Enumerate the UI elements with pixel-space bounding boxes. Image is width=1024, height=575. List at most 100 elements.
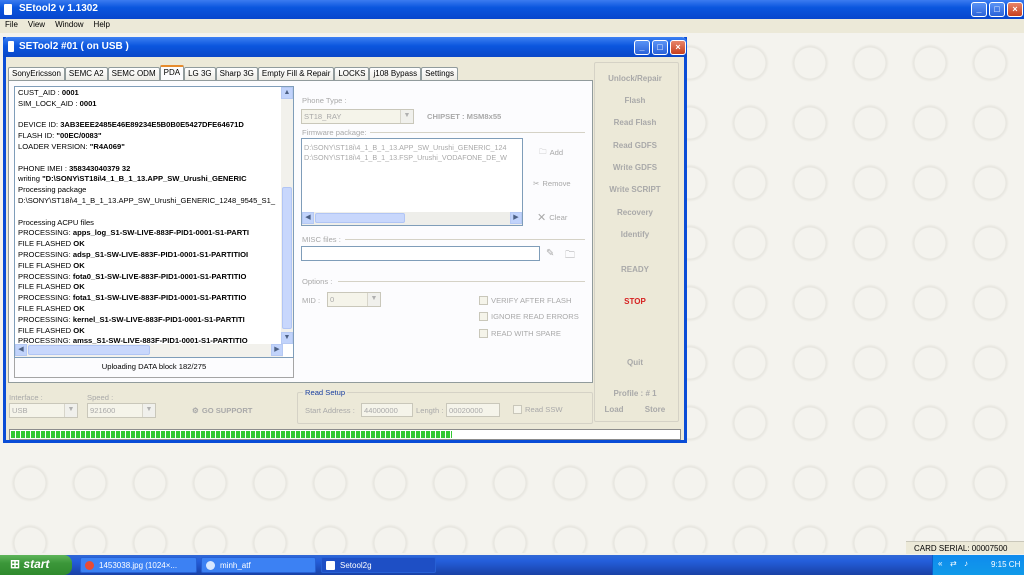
scissors-icon: ✂ — [533, 179, 540, 188]
log-key: FILE FLASHED — [18, 260, 74, 270]
inner-minimize-button[interactable]: _ — [634, 40, 650, 55]
taskbar-item[interactable]: minh_atf — [201, 557, 316, 573]
tab-sharp-3g[interactable]: Sharp 3G — [215, 67, 258, 80]
taskbar-item[interactable]: Setool2g — [321, 557, 436, 573]
outer-window-controls: _ □ × — [971, 2, 1023, 17]
read-with-spare-checkbox[interactable]: READ WITH SPARE — [479, 329, 561, 338]
phone-type-label: Phone Type : — [302, 96, 347, 105]
firmware-file[interactable]: D:\SONY\ST18i\4_1_B_1_13.APP_SW_Urushi_G… — [302, 143, 522, 153]
close-button[interactable]: × — [1007, 2, 1023, 17]
tab-pda[interactable]: PDA — [159, 65, 185, 80]
stop-button[interactable]: STOP — [597, 297, 673, 306]
load-button[interactable]: Load — [597, 405, 631, 414]
misc-files-field[interactable] — [301, 246, 540, 261]
clock[interactable]: 9:15 CH — [991, 560, 1020, 569]
menu-window[interactable]: Window — [55, 20, 83, 33]
speed-select[interactable]: 921600 ▼ — [87, 403, 156, 418]
menu-help[interactable]: Help — [94, 20, 110, 33]
mid-label: MID : — [302, 296, 321, 305]
identify-button[interactable]: Identify — [597, 230, 673, 239]
log-line: FILE FLASHED OK — [18, 282, 280, 293]
firmware-scrollbar[interactable]: ◀ ▶ — [302, 212, 522, 225]
scroll-thumb-h[interactable] — [315, 213, 405, 223]
log-line: CUST_AID : 0001 — [18, 88, 280, 99]
log-line: writing "D:\SONY\ST18i\4_1_B_1_13.APP_SW… — [18, 174, 280, 185]
length-field[interactable]: 00020000 — [446, 403, 500, 417]
log-line: DEVICE ID: 3AB3EEE2485E46E89234E5B0B0E54… — [18, 120, 280, 131]
scroll-thumb-h[interactable] — [28, 345, 150, 355]
scroll-thumb[interactable] — [282, 187, 292, 329]
verify-after-flash-checkbox[interactable]: VERIFY AFTER FLASH — [479, 296, 571, 305]
quit-button[interactable]: Quit — [597, 358, 673, 367]
minimize-button[interactable]: _ — [971, 2, 987, 17]
taskbar-item[interactable]: 1453038.jpg (1024×... — [80, 557, 197, 573]
tab-locks[interactable]: LOCKS — [334, 67, 370, 80]
tab-semc-odm[interactable]: SEMC ODM — [107, 67, 160, 80]
log-key: D:\SONY\ST18i\4_1_B_1_13.APP_SW_Urushi_G… — [18, 195, 276, 205]
ignore-read-errors-checkbox[interactable]: IGNORE READ ERRORS — [479, 312, 579, 321]
start-button[interactable]: ⊞ start — [0, 555, 72, 575]
log-lines: CUST_AID : 0001 SIM_LOCK_AID : 0001 DEVICE… — [18, 88, 280, 347]
clear-button[interactable]: ✕ Clear — [537, 211, 567, 224]
scroll-up-icon[interactable]: ▲ — [281, 87, 293, 99]
start-address-field[interactable]: 44000000 — [361, 403, 413, 417]
inner-maximize-button[interactable]: □ — [652, 40, 668, 55]
log-line: FILE FLASHED OK — [18, 304, 280, 315]
log-key: writing — [18, 174, 43, 184]
recovery-button[interactable]: Recovery — [597, 208, 673, 217]
scroll-right-icon[interactable]: ▶ — [510, 212, 522, 224]
interface-label: Interface : — [9, 393, 43, 402]
mid-select[interactable]: 0 ▼ — [327, 292, 381, 307]
flash-button[interactable]: Flash — [597, 96, 673, 105]
scroll-left-icon[interactable]: ◀ — [302, 212, 314, 224]
log-value: OK — [73, 325, 85, 335]
folder-icon[interactable]: 🗀 — [565, 248, 575, 265]
volume-icon[interactable]: ♪ — [964, 559, 968, 568]
log-value: OK — [73, 282, 85, 292]
inner-close-button[interactable]: × — [670, 40, 686, 55]
tab-semc-a2[interactable]: SEMC A2 — [64, 67, 108, 80]
menu-file[interactable]: File — [5, 20, 18, 33]
log-value: 3AB3EEE2485E46E89234E5B0B0E5427DFE64671D — [60, 120, 244, 130]
support-icon: ⚙ — [192, 406, 199, 415]
firmware-file[interactable]: D:\SONY\ST18i\4_1_B_1_13.FSP_Urushi_VODA… — [302, 153, 522, 163]
tab-sonyericsson[interactable]: SonyEricsson — [8, 67, 65, 80]
firmware-list[interactable]: D:\SONY\ST18i\4_1_B_1_13.APP_SW_Urushi_G… — [301, 138, 523, 226]
read-flash-button[interactable]: Read Flash — [597, 118, 673, 127]
log-line: PROCESSING: kernel_S1-SW-LIVE-883F-PID1-… — [18, 315, 280, 326]
tab-settings[interactable]: Settings — [421, 67, 458, 80]
tab-empty-fill-repair[interactable]: Empty Fill & Repair — [257, 67, 335, 80]
interface-value: USB — [12, 406, 28, 415]
remove-button[interactable]: ✂ Remove — [533, 179, 571, 188]
log-horizontal-scrollbar[interactable]: ◀ ▶ — [15, 344, 283, 357]
go-support-button[interactable]: ⚙ GO SUPPORT — [192, 406, 252, 415]
pencil-icon[interactable]: ✎ — [546, 248, 554, 259]
log-key: DEVICE ID: — [18, 120, 61, 130]
network-icon[interactable]: ⇄ — [950, 559, 957, 568]
interface-select[interactable]: USB ▼ — [9, 403, 78, 418]
add-button[interactable]: 🗀 Add — [539, 146, 563, 159]
tab-j108-bypass[interactable]: j108 Bypass — [369, 67, 422, 80]
phone-type-select[interactable]: ST18_RAY ▼ — [301, 109, 414, 124]
inner-window-title: SETool2 #01 ( on USB ) — [19, 41, 129, 52]
store-button[interactable]: Store — [638, 405, 672, 414]
read-ssw-checkbox[interactable]: Read SSW — [513, 405, 563, 414]
divider — [345, 239, 585, 240]
tray-chevron-icon[interactable]: « — [938, 559, 942, 568]
log-box[interactable]: CUST_AID : 0001 SIM_LOCK_AID : 0001 DEVICE… — [14, 86, 294, 358]
unlock-repair-button[interactable]: Unlock/Repair — [597, 74, 673, 83]
scroll-left-icon[interactable]: ◀ — [15, 344, 27, 356]
write-gdfs-button[interactable]: Write GDFS — [597, 163, 673, 172]
menu-view[interactable]: View — [28, 20, 45, 33]
tab-lg-3g[interactable]: LG 3G — [184, 67, 216, 80]
maximize-button[interactable]: □ — [989, 2, 1005, 17]
log-line: PROCESSING: adsp_S1-SW-LIVE-883F-PID1-00… — [18, 250, 280, 261]
log-vertical-scrollbar[interactable]: ▲ ▼ — [281, 87, 293, 344]
scroll-down-icon[interactable]: ▼ — [281, 332, 293, 344]
write-script-button[interactable]: Write SCRIPT — [597, 185, 673, 194]
scroll-right-icon[interactable]: ▶ — [271, 344, 283, 356]
log-line: Processing ACPU files — [18, 218, 280, 229]
read-gdfs-button[interactable]: Read GDFS — [597, 141, 673, 150]
options-label: Options : — [302, 277, 333, 286]
